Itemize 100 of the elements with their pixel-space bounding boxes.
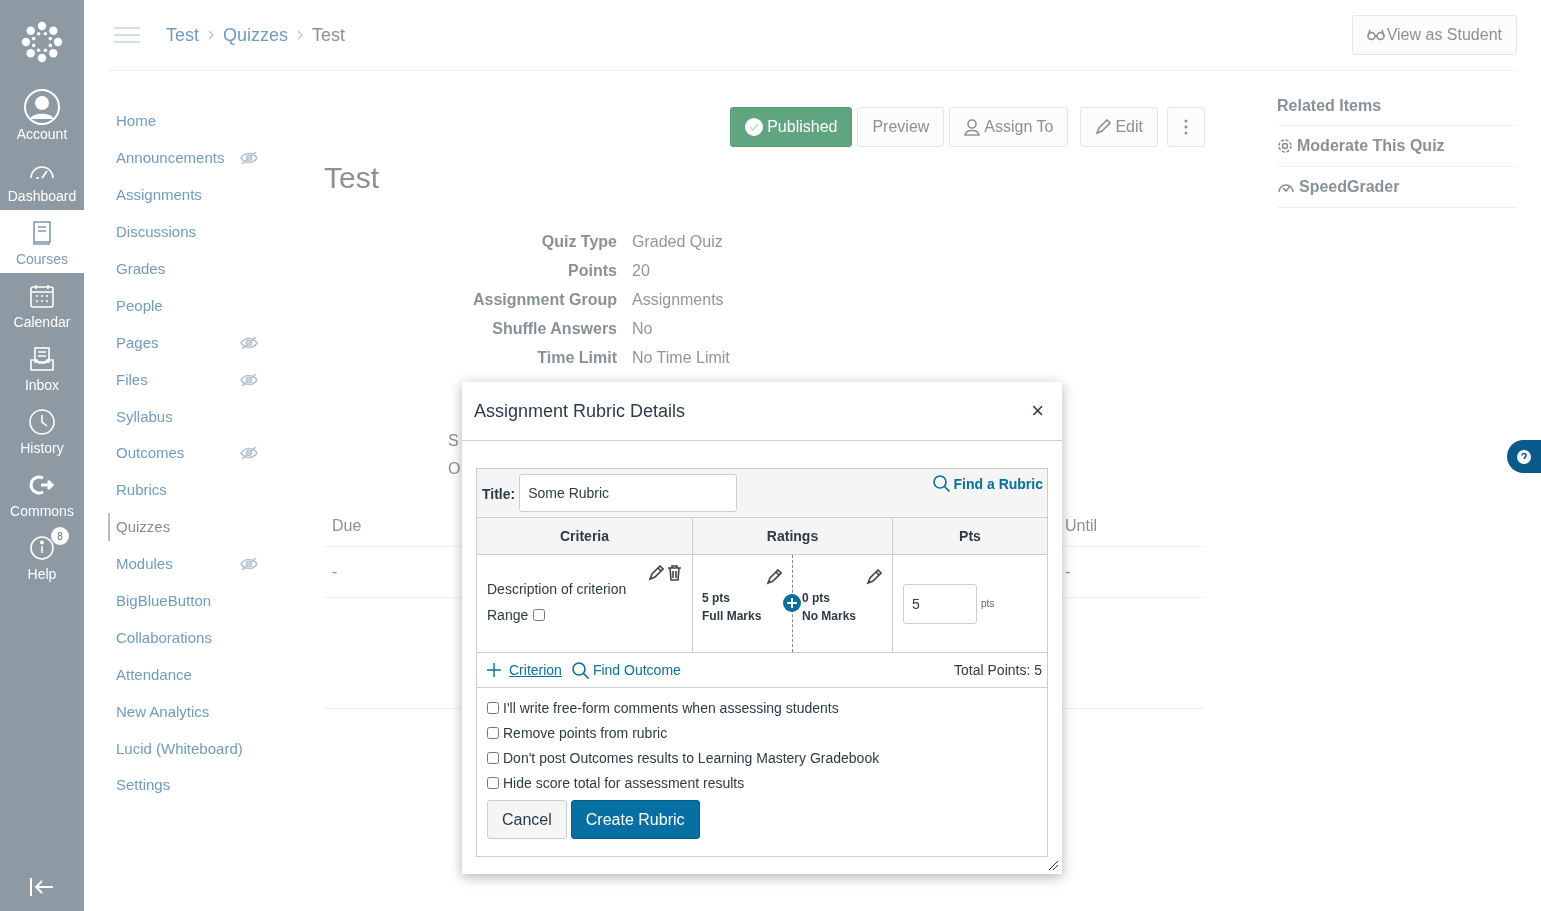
- rating-label: Full Marks: [702, 609, 763, 623]
- book-icon: [31, 220, 53, 246]
- course-nav-link[interactable]: New Analytics: [108, 697, 298, 726]
- global-nav-item[interactable]: 8 Help: [0, 525, 84, 588]
- pencil-icon: [866, 569, 882, 585]
- course-nav-link[interactable]: Outcomes: [108, 439, 240, 468]
- find-rubric-link[interactable]: Find a Rubric: [932, 475, 1043, 492]
- breadcrumb-link[interactable]: Test: [166, 24, 199, 46]
- close-button[interactable]: ×: [1027, 398, 1048, 424]
- view-as-student-button[interactable]: View as Student: [1351, 15, 1517, 55]
- course-nav-link[interactable]: Settings: [108, 771, 298, 800]
- option-label: Remove points from rubric: [503, 724, 668, 741]
- toolbar-button[interactable]: Preview: [857, 107, 945, 147]
- column-header: Ratings: [693, 518, 893, 555]
- range-checkbox[interactable]: [533, 609, 546, 621]
- share-arrow-icon: [29, 474, 55, 496]
- course-nav-link[interactable]: Announcements: [108, 144, 240, 173]
- global-nav-item[interactable]: Inbox: [0, 336, 84, 399]
- person-icon: [964, 118, 981, 136]
- question-icon: [1516, 448, 1532, 465]
- glasses-icon: [1366, 29, 1385, 41]
- global-nav-item[interactable]: History: [0, 399, 84, 462]
- course-nav-link[interactable]: Grades: [108, 255, 298, 283]
- global-nav-item[interactable]: Account: [0, 84, 84, 147]
- field-label: Range: [487, 607, 529, 623]
- total-points: Total Points: 5: [954, 662, 1042, 678]
- related-item-link[interactable]: SpeedGrader: [1277, 167, 1517, 208]
- checkbox[interactable]: [487, 726, 499, 739]
- course-nav-link[interactable]: Quizzes: [108, 513, 298, 542]
- detail-label: Assignment Group: [472, 290, 617, 310]
- calendar-icon: [29, 283, 55, 309]
- course-nav-link[interactable]: Syllabus: [108, 402, 298, 431]
- pencil-icon: [766, 569, 782, 585]
- option-label: Don't post Outcomes results to Learning Mastery Gradebook: [503, 749, 880, 766]
- course-nav-link[interactable]: Home: [108, 107, 298, 136]
- quiz-title: Test: [324, 161, 381, 195]
- pencil-icon: [648, 565, 664, 581]
- create-button[interactable]: Create Rubric: [570, 800, 700, 839]
- global-nav-item[interactable]: Dashboard: [0, 147, 84, 210]
- cancel-button[interactable]: Cancel: [487, 800, 567, 839]
- global-nav-item[interactable]: Calendar: [0, 273, 84, 336]
- logo-icon: [20, 20, 64, 64]
- table-cell-text: -: [1065, 563, 1072, 581]
- checkbox[interactable]: [487, 701, 499, 714]
- collapse-arrow-icon: [29, 877, 55, 897]
- global-nav-item[interactable]: Courses: [0, 210, 84, 273]
- course-nav-link[interactable]: BigBlueButton: [108, 587, 298, 615]
- table-cell: -: [332, 563, 338, 581]
- chevron-icon: [208, 30, 214, 40]
- course-nav-link[interactable]: Rubrics: [108, 476, 298, 505]
- course-nav-link[interactable]: People: [108, 291, 298, 320]
- menu-icon: [114, 26, 140, 44]
- find-outcome-link[interactable]: Find Outcome: [571, 661, 681, 679]
- course-nav-link[interactable]: Lucid (Whiteboard): [108, 734, 298, 763]
- avatar-icon: [24, 89, 60, 125]
- search-icon: [932, 475, 950, 492]
- course-nav-link[interactable]: Modules: [108, 550, 240, 579]
- unit-label: pts: [981, 598, 995, 609]
- rating-points: 0 pts: [802, 591, 831, 605]
- rating-label: No Marks: [802, 609, 858, 623]
- checkbox[interactable]: [487, 751, 499, 764]
- detail-value: No: [632, 319, 654, 339]
- toolbar-button[interactable]: Assign To: [949, 107, 1069, 147]
- breadcrumb-link[interactable]: Test: [312, 24, 346, 46]
- resize-grip-icon: [1048, 860, 1059, 871]
- course-nav-link[interactable]: Attendance: [108, 660, 298, 689]
- points-input[interactable]: 5: [903, 583, 977, 624]
- breadcrumb-link[interactable]: Quizzes: [223, 24, 289, 46]
- add-rating-button[interactable]: [783, 594, 801, 612]
- course-nav-link[interactable]: Discussions: [108, 218, 298, 247]
- column-header: Criteria: [477, 518, 693, 555]
- kebab-icon: [1184, 119, 1188, 135]
- detail-value: 20: [632, 261, 651, 281]
- count-badge: 8: [51, 527, 69, 545]
- help-button[interactable]: [1507, 440, 1541, 473]
- plus-icon: [487, 663, 501, 677]
- dialog-title: Assignment Rubric Details: [474, 400, 686, 422]
- detail-label: Points: [567, 261, 617, 281]
- pencil-icon: [1095, 119, 1112, 135]
- section-heading: Related Items: [1277, 95, 1517, 126]
- related-item-link[interactable]: Moderate This Quiz: [1277, 126, 1517, 167]
- global-nav-item[interactable]: Commons: [0, 462, 84, 525]
- course-nav-link[interactable]: Collaborations: [108, 623, 298, 652]
- checkbox[interactable]: [487, 776, 499, 789]
- check-circle-icon: [745, 118, 764, 136]
- column-header: Pts: [893, 518, 1047, 555]
- toolbar-button[interactable]: Edit: [1080, 107, 1158, 147]
- detail-label: O: [448, 460, 462, 478]
- criterion-description: Description of criterion: [487, 581, 628, 597]
- course-nav-link[interactable]: Assignments: [108, 181, 298, 210]
- search-icon: [571, 661, 589, 679]
- published-button[interactable]: Published: [730, 107, 853, 147]
- add-criterion-link[interactable]: Criterion: [487, 662, 562, 678]
- course-nav-link[interactable]: Pages: [108, 328, 240, 357]
- detail-label: S: [448, 432, 460, 450]
- detail-value: Graded Quiz: [632, 232, 724, 252]
- chevron-icon: [297, 30, 304, 40]
- option-label: Hide score total for assessment results: [503, 774, 745, 791]
- course-nav-link[interactable]: Files: [108, 365, 240, 394]
- title-input[interactable]: Some Rubric: [519, 474, 738, 512]
